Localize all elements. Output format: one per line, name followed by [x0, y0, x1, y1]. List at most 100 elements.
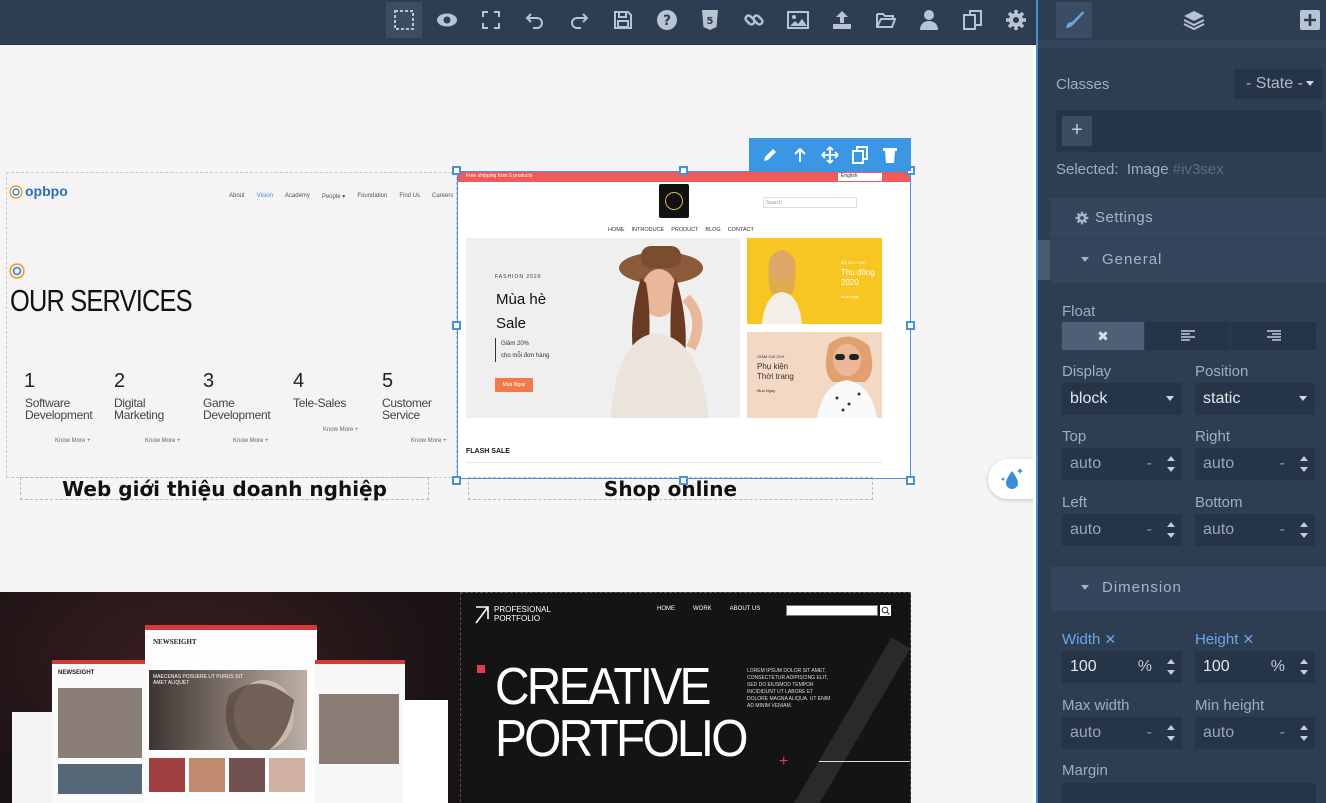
nav-item[interactable]: HOME — [608, 227, 625, 233]
float-left-option[interactable] — [1144, 322, 1230, 350]
max-width-input[interactable]: auto - — [1062, 717, 1182, 749]
min-height-input[interactable]: auto - — [1195, 717, 1315, 749]
search-icon[interactable] — [880, 605, 891, 616]
link-icon[interactable] — [736, 2, 772, 38]
promo-link[interactable]: Mua Ngay — [841, 294, 859, 299]
buy-now-button[interactable]: Mua Ngay — [495, 378, 533, 392]
promo-card-accessories[interactable]: GIẢM GIÁ 20% Phụ kiện Thời trang Mua Ngay — [747, 332, 882, 418]
nav-item[interactable]: HOME — [657, 606, 675, 612]
resize-handle[interactable] — [679, 476, 688, 485]
top-input[interactable]: auto - — [1062, 448, 1182, 480]
gear-icon[interactable] — [998, 2, 1034, 38]
nav-item[interactable]: Find Us — [399, 193, 420, 200]
user-icon[interactable] — [911, 2, 947, 38]
resize-handle[interactable] — [906, 476, 915, 485]
paintbrush-icon[interactable] — [1056, 2, 1092, 38]
editor-canvas[interactable]: opbpo About Vision Academy People ▾ Foun… — [0, 45, 1036, 803]
nav-item[interactable]: INTRODUCE — [632, 227, 665, 233]
stepper-icon[interactable] — [1299, 452, 1309, 476]
width-input[interactable]: 100% — [1062, 651, 1182, 683]
stepper-icon[interactable] — [1166, 721, 1176, 745]
portfolio-site-thumbnail[interactable]: PROFESIONAL PORTFOLIO HOME WORK ABOUT US … — [460, 592, 911, 803]
know-more-link[interactable]: Know More + — [323, 427, 359, 433]
nav-item[interactable]: Vision — [257, 193, 273, 200]
nav-item[interactable]: About — [229, 193, 245, 200]
nav-item[interactable]: CONTACT — [728, 227, 754, 233]
move-icon[interactable] — [821, 145, 839, 164]
bottom-input[interactable]: auto - — [1195, 514, 1315, 546]
know-more-link[interactable]: Know More + — [233, 438, 269, 444]
eye-icon[interactable] — [429, 2, 465, 38]
nav-item[interactable]: Careers — [432, 193, 453, 200]
hero-eyebrow: FASHION 2020 — [495, 274, 542, 280]
trash-icon[interactable] — [881, 146, 899, 164]
know-more-link[interactable]: Know More + — [411, 438, 447, 444]
stepper-icon[interactable] — [1299, 721, 1309, 745]
state-select[interactable]: - State - — [1234, 69, 1322, 99]
nav-item[interactable]: PRODUCT — [671, 227, 698, 233]
margin-box[interactable] — [1062, 783, 1316, 803]
plus-square-icon[interactable] — [1290, 0, 1326, 40]
clear-height-icon[interactable]: ✕ — [1243, 631, 1255, 647]
shop-search[interactable]: Search — [763, 197, 857, 208]
nav-item[interactable]: People ▾ — [322, 193, 345, 200]
resize-handle[interactable] — [452, 476, 461, 485]
stepper-icon[interactable] — [1166, 655, 1176, 679]
float-none-option[interactable]: ✖ — [1062, 322, 1144, 350]
clone-icon[interactable] — [851, 145, 869, 164]
portfolio-search[interactable] — [786, 605, 878, 616]
nav-item[interactable]: WORK — [693, 606, 712, 612]
fullscreen-icon[interactable] — [473, 2, 509, 38]
nav-item[interactable]: Academy — [285, 193, 310, 200]
stepper-icon[interactable] — [1166, 518, 1176, 542]
save-icon[interactable] — [605, 2, 641, 38]
nav-item[interactable]: BLOG — [705, 227, 720, 233]
general-section-header[interactable]: General — [1050, 239, 1326, 283]
stepper-icon[interactable] — [1299, 518, 1309, 542]
copy-icon[interactable] — [955, 2, 991, 38]
promo-card-autumn[interactable]: BỘ SƯU TẬP Thu đông 2020 Mua Ngay — [747, 238, 882, 324]
nav-item[interactable]: ABOUT US — [730, 606, 761, 612]
corporate-site-thumbnail[interactable]: opbpo About Vision Academy People ▾ Foun… — [6, 172, 457, 478]
know-more-link[interactable]: Know More + — [145, 438, 181, 444]
undo-icon[interactable] — [517, 2, 553, 38]
decor-lines — [794, 637, 910, 803]
language-select[interactable]: English — [838, 173, 882, 181]
select-icon[interactable] — [386, 2, 422, 38]
panel-scrollbar[interactable] — [1038, 240, 1050, 280]
settings-section[interactable]: Settings — [1050, 198, 1326, 238]
arrow-up-icon[interactable] — [791, 146, 809, 164]
resize-handle[interactable] — [906, 321, 915, 330]
height-input[interactable]: 100% — [1195, 651, 1315, 683]
position-select[interactable]: static — [1195, 383, 1315, 415]
left-input[interactable]: auto - — [1062, 514, 1182, 546]
stepper-icon[interactable] — [1299, 655, 1309, 679]
help-icon[interactable]: ? — [649, 2, 685, 38]
add-class-button[interactable]: + — [1062, 116, 1092, 146]
redo-icon[interactable] — [561, 2, 597, 38]
html5-icon[interactable]: 5 — [692, 2, 728, 38]
resize-handle[interactable] — [679, 166, 688, 175]
class-tags-box: + — [1056, 110, 1322, 152]
resize-handle[interactable] — [452, 166, 461, 175]
image-icon[interactable] — [780, 2, 816, 38]
shop-site-image[interactable]: Free shipping from 5 products English Se… — [457, 171, 911, 479]
float-right-option[interactable] — [1230, 322, 1316, 350]
nav-item[interactable]: Foundation — [357, 193, 387, 200]
news-site-thumbnail[interactable]: NEWSEIGHT NEWSEIGHT MAECENAS POSUERE UT … — [0, 592, 461, 803]
promo-link[interactable]: Mua Ngay — [757, 388, 775, 393]
display-select[interactable]: block — [1062, 383, 1182, 415]
right-input[interactable]: auto - — [1195, 448, 1315, 480]
promo-tag: BỘ SƯU TẬP — [841, 260, 866, 265]
pencil-icon[interactable] — [761, 146, 779, 164]
upload-icon[interactable] — [824, 2, 860, 38]
layers-icon[interactable] — [1174, 0, 1214, 40]
know-more-link[interactable]: Know More + — [55, 438, 91, 444]
resize-handle[interactable] — [452, 321, 461, 330]
portfolio-logo-icon — [475, 606, 489, 624]
clear-width-icon[interactable]: ✕ — [1105, 631, 1117, 647]
sparkle-drop-button[interactable] — [988, 459, 1036, 499]
stepper-icon[interactable] — [1166, 452, 1176, 476]
dimension-section-header[interactable]: Dimension — [1050, 567, 1326, 611]
folder-open-icon[interactable] — [868, 2, 904, 38]
